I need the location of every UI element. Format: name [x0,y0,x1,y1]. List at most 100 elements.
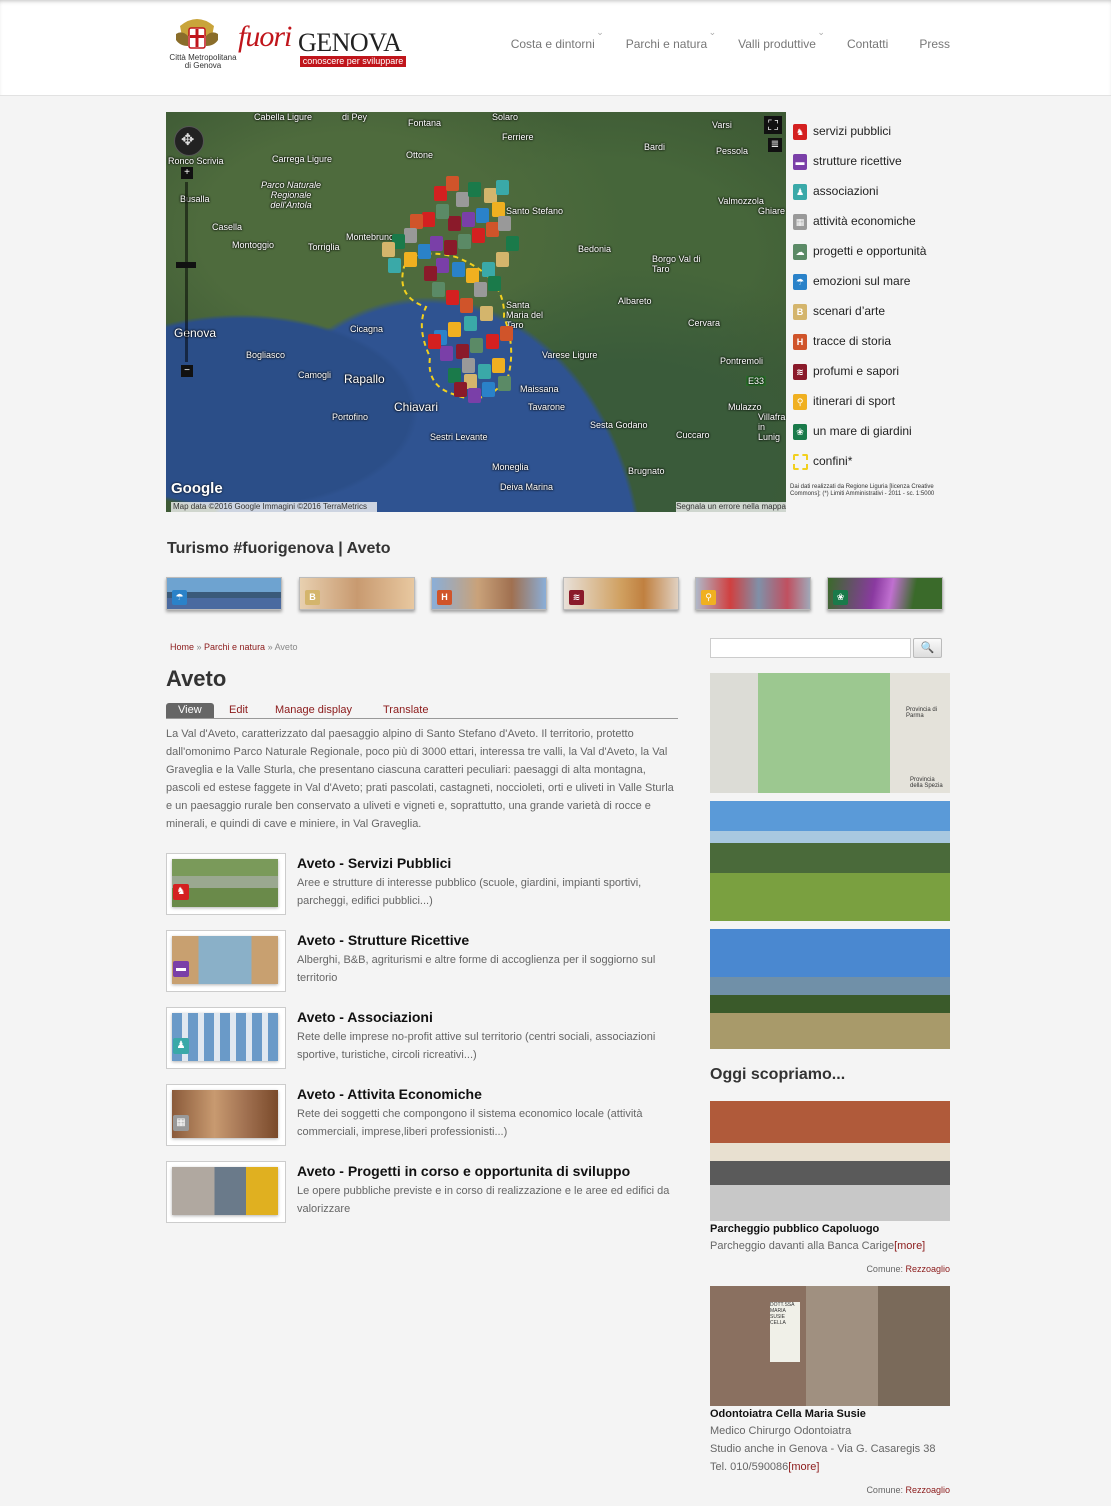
map-marker-icon[interactable] [498,376,511,391]
legend-item[interactable]: Htracce di storia [790,330,950,360]
zoom-in-button[interactable]: + [181,167,193,179]
map-marker-icon[interactable] [472,228,485,243]
nav-valli-produttive[interactable]: Valli produttive ⌄ [738,27,825,51]
tile-tracce-di-storia[interactable]: H [431,577,547,610]
comune-link[interactable]: Rezzoaglio [905,1264,950,1274]
map-marker-icon[interactable] [464,316,477,331]
comune-link[interactable]: Rezzoaglio [905,1485,950,1495]
legend-item[interactable]: confini* [790,450,950,480]
map-marker-icon[interactable] [436,204,449,219]
legend-item[interactable]: ⚲ itinerari di sport [790,390,950,420]
map-marker-icon[interactable] [498,216,511,231]
legend-item[interactable]: ♞ servizi pubblici [790,120,950,150]
tab-translate[interactable]: Translate [383,703,428,718]
map-marker-icon[interactable] [466,268,479,283]
tile-un-mare-di-giardini[interactable]: ❀ [827,577,943,610]
article-thumbnail[interactable]: ▦ [166,1084,286,1146]
more-link[interactable]: [more] [788,1461,819,1473]
search-button[interactable]: 🔍 [913,638,942,658]
map-marker-icon[interactable] [446,290,459,305]
map-marker-icon[interactable] [496,180,509,195]
map-marker-icon[interactable] [468,182,481,197]
map-marker-icon[interactable] [382,242,395,257]
map-marker-icon[interactable] [440,346,453,361]
poi-title[interactable]: Parcheggio pubblico Capoluogo [710,1223,879,1235]
map-marker-icon[interactable] [448,216,461,231]
map-marker-icon[interactable] [430,236,443,251]
map-marker-icon[interactable] [446,176,459,191]
map-marker-icon[interactable] [460,298,473,313]
legend-item[interactable]: ▦ attività economiche [790,210,950,240]
map-marker-icon[interactable] [454,382,467,397]
legend-item[interactable]: ▬ strutture ricettive [790,150,950,180]
map-marker-icon[interactable] [492,202,505,217]
map-marker-icon[interactable] [480,306,493,321]
horse-riding-photo[interactable] [710,929,950,1049]
site-logo[interactable]: Città Metropolitana di Genova fuori GENO… [168,14,408,74]
map-marker-icon[interactable] [424,266,437,281]
legend-item[interactable]: ☂ emozioni sul mare [790,270,950,300]
nav-parchi-e-natura[interactable]: Parchi e natura ⌄ [626,27,716,51]
map-marker-icon[interactable] [432,282,445,297]
map-marker-icon[interactable] [478,364,491,379]
map-marker-icon[interactable] [496,252,509,267]
tab-edit[interactable]: Edit [229,703,248,718]
landscape-photo[interactable] [710,801,950,921]
territory-map-image[interactable]: Provincia di Parma Provincia della Spezi… [710,673,950,793]
tile-scenari-d-arte[interactable]: B [299,577,415,610]
breadcrumb-home-link[interactable]: Home [170,642,194,652]
interactive-map[interactable]: Cabella Ligure di Pey Fontana Ferriere S… [166,112,786,512]
more-link[interactable]: [more] [894,1240,925,1252]
map-marker-icon[interactable] [448,322,461,337]
map-marker-icon[interactable] [474,282,487,297]
article-title[interactable]: Aveto - Servizi Pubblici [297,855,451,871]
map-marker-icon[interactable] [486,334,499,349]
map-marker-icon[interactable] [470,338,483,353]
legend-item[interactable]: ☁ progetti e opportunità [790,240,950,270]
map-marker-icon[interactable] [452,262,465,277]
map-marker-icon[interactable] [422,212,435,227]
map-marker-icon[interactable] [492,358,505,373]
map-marker-icon[interactable] [500,326,513,341]
layers-icon[interactable]: ≣ [768,138,782,152]
article-thumbnail[interactable]: ♞ [166,853,286,915]
map-pan-control[interactable] [174,126,204,156]
map-marker-icon[interactable] [404,252,417,267]
zoom-slider-track[interactable] [185,182,188,362]
article-thumbnail[interactable]: ♟ [166,1007,286,1069]
map-marker-icon[interactable] [462,358,475,373]
map-marker-icon[interactable] [404,228,417,243]
map-marker-icon[interactable] [482,382,495,397]
poi-photo[interactable] [710,1101,950,1221]
report-map-error-link[interactable]: Segnala un errore nella mappa [676,502,786,512]
map-marker-icon[interactable] [456,344,469,359]
map-marker-icon[interactable] [410,214,423,229]
legend-item[interactable]: Bscenari d’arte [790,300,950,330]
map-marker-icon[interactable] [448,368,461,383]
zoom-out-button[interactable]: − [181,365,193,377]
tile-emozioni-sul-mare[interactable]: ☂ [166,577,282,610]
map-marker-icon[interactable] [468,388,481,403]
article-thumbnail[interactable] [166,1161,286,1223]
tile-profumi-e-sapori[interactable]: ≋ [563,577,679,610]
map-marker-icon[interactable] [476,208,489,223]
zoom-slider-handle[interactable] [176,262,196,268]
article-title[interactable]: Aveto - Progetti in corso e opportunita … [297,1163,630,1179]
poi-photo[interactable]: DOTT.SSA MARIA SUSIE CELLA [710,1286,950,1406]
poi-title[interactable]: Odontoiatra Cella Maria Susie [710,1408,866,1420]
nav-press[interactable]: Press [919,37,950,51]
legend-item[interactable]: ❀ un mare di giardini [790,420,950,450]
nav-contatti[interactable]: Contatti [847,37,888,51]
article-title[interactable]: Aveto - Attivita Economiche [297,1086,482,1102]
map-marker-icon[interactable] [458,234,471,249]
map-marker-icon[interactable] [436,258,449,273]
tab-view[interactable]: View [166,703,214,718]
article-title[interactable]: Aveto - Strutture Ricettive [297,932,469,948]
map-marker-icon[interactable] [482,262,495,277]
tile-itinerari-di-sport[interactable]: ⚲ [695,577,811,610]
breadcrumb-parent-link[interactable]: Parchi e natura [204,642,265,652]
map-marker-icon[interactable] [462,212,475,227]
fullscreen-icon[interactable]: ⛶ [764,116,782,134]
map-marker-icon[interactable] [388,258,401,273]
nav-costa-e-dintorni[interactable]: Costa e dintorni ⌄ [511,27,604,51]
